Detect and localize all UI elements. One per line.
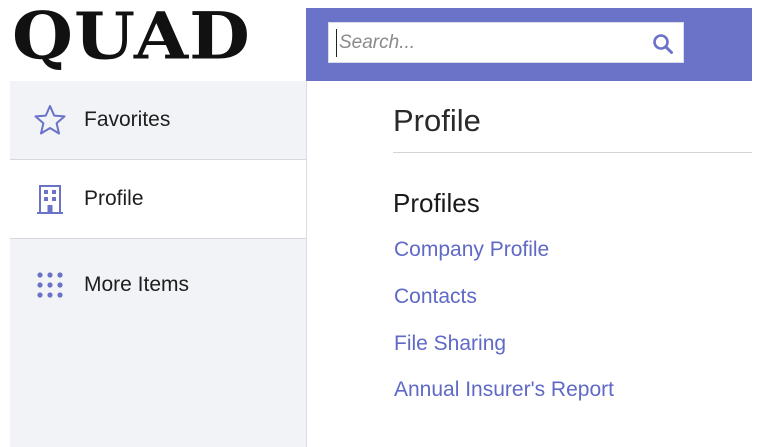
building-icon: [32, 181, 68, 217]
section-heading: Profiles: [393, 188, 480, 218]
sidebar-item-label: More Items: [84, 273, 190, 296]
link-annual-insurers-report[interactable]: Annual Insurer's Report: [394, 378, 614, 402]
grid-dots-icon: [32, 267, 68, 303]
title-divider: [393, 152, 752, 153]
sidebar-item-profile[interactable]: Profile: [10, 160, 306, 239]
sidebar-nav: Favorites Profile More Items: [10, 81, 307, 447]
logo-area: QUAD: [10, 0, 306, 80]
search-icon[interactable]: [651, 32, 675, 56]
search-input[interactable]: [336, 29, 639, 57]
sidebar-item-favorites[interactable]: Favorites: [10, 81, 306, 160]
link-company-profile[interactable]: Company Profile: [394, 238, 549, 262]
link-contacts[interactable]: Contacts: [394, 285, 477, 309]
sidebar-item-label: Profile: [84, 187, 144, 210]
sidebar-item-label: Favorites: [84, 108, 171, 131]
brand-logo: QUAD: [12, 0, 251, 74]
sidebar-item-more-items[interactable]: More Items: [10, 239, 306, 331]
page-title: Profile: [393, 103, 481, 138]
link-file-sharing[interactable]: File Sharing: [394, 332, 506, 356]
top-header-bar: [306, 8, 752, 81]
star-icon: [32, 102, 68, 138]
search-box: [328, 22, 684, 63]
